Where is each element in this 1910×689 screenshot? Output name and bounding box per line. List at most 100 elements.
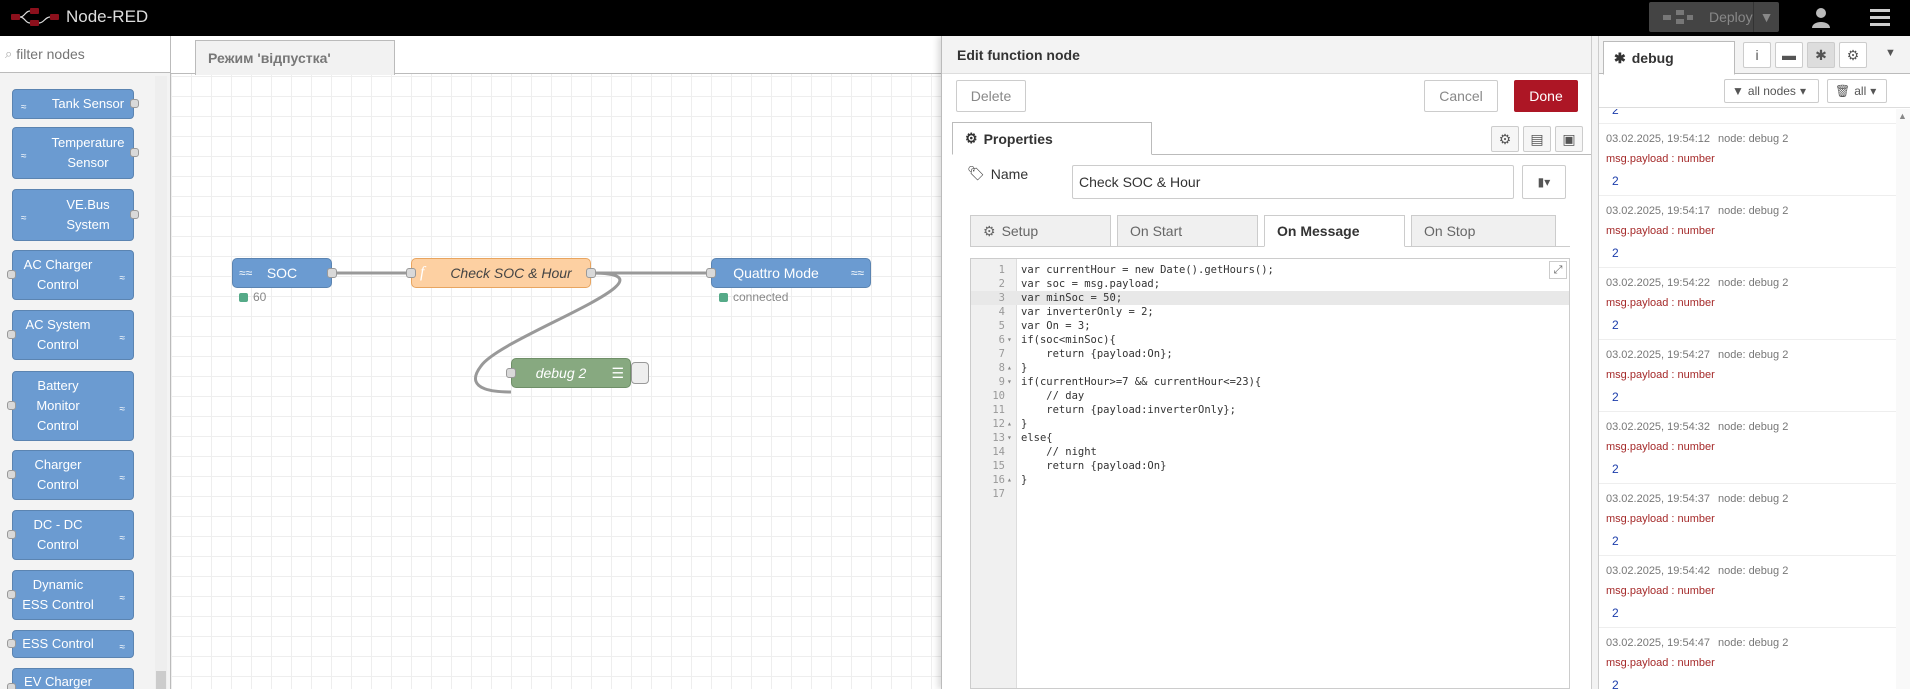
code-line[interactable]: 6 ▾ if(soc<minSoc){ <box>971 333 1569 347</box>
scroll-up-icon[interactable]: ▲ <box>1898 111 1907 121</box>
input-port[interactable] <box>7 590 16 599</box>
tab-on-stop[interactable]: On Stop <box>1411 215 1556 247</box>
input-port[interactable] <box>406 268 416 278</box>
tab-properties[interactable]: ⚙ Properties <box>952 122 1152 155</box>
input-port[interactable] <box>706 268 716 278</box>
help-book-icon[interactable]: ▬ <box>1775 42 1803 68</box>
debug-message[interactable]: 03.02.2025, 19:54:37 node: debug 2 msg.pay… <box>1599 484 1896 556</box>
code-line[interactable]: 8 ▴} <box>971 361 1569 375</box>
appearance-icon[interactable]: ▣ <box>1555 126 1583 152</box>
output-port[interactable] <box>586 268 596 278</box>
fold-toggle-icon[interactable]: ▴ <box>1007 417 1012 431</box>
scrollbar-thumb[interactable] <box>156 671 166 689</box>
config-gear-icon[interactable]: ⚙ <box>1839 42 1867 68</box>
message-node[interactable]: node: debug 2 <box>1718 349 1788 361</box>
output-port[interactable] <box>130 210 139 219</box>
fold-toggle-icon[interactable]: ▾ <box>1007 431 1012 445</box>
code-line[interactable]: 11 return {payload:inverterOnly}; <box>971 403 1569 417</box>
flow-node-debug[interactable]: debug 2 ☰ <box>506 358 631 388</box>
output-port[interactable] <box>130 99 139 108</box>
palette-node-ac-system-control[interactable]: AC System Control ≈ <box>7 310 134 360</box>
debug-toggle-button[interactable] <box>631 362 649 384</box>
palette-node-charger-control[interactable]: Charger Control ≈ <box>7 450 134 500</box>
message-value[interactable]: 2 <box>1612 174 1619 188</box>
input-port[interactable] <box>7 530 16 539</box>
message-node[interactable]: node: debug 2 <box>1718 133 1788 145</box>
debug-bug-icon[interactable]: ✱ <box>1807 42 1835 68</box>
expand-editor-icon[interactable]: ⤢ <box>1549 261 1567 279</box>
flow-node-soc[interactable]: ≈≈ SOC <box>232 258 337 288</box>
filter-nodes-button[interactable]: ▼ all nodes ▾ <box>1724 79 1819 103</box>
name-options-button[interactable]: ▮▾ <box>1522 165 1566 199</box>
code-line[interactable]: 4 var inverterOnly = 2; <box>971 305 1569 319</box>
clear-all-button[interactable]: 🗑 all ▾ <box>1827 79 1887 103</box>
message-node[interactable]: node: debug 2 <box>1718 493 1788 505</box>
flow-node-function[interactable]: f Check SOC & Hour <box>406 258 596 288</box>
palette-node-dynamic-ess-control[interactable]: Dynamic ESS Control ≈ <box>7 570 134 620</box>
palette-node-vebus-system[interactable]: ≈ VE.Bus System <box>12 189 139 241</box>
tab-debug[interactable]: ✱ debug <box>1603 41 1735 75</box>
name-input[interactable] <box>1072 165 1514 199</box>
code-line[interactable]: 15 return {payload:On} <box>971 459 1569 473</box>
palette-node-battery-monitor-control[interactable]: Battery Monitor Control ≈ <box>7 371 134 441</box>
tab-on-start[interactable]: On Start <box>1117 215 1258 247</box>
message-node[interactable]: node: debug 2 <box>1718 637 1788 649</box>
deploy-button[interactable]: Deploy ▼ <box>1649 2 1779 32</box>
code-editor[interactable]: 1 var currentHour = new Date().getHours()… <box>970 258 1570 689</box>
tab-on-message[interactable]: On Message <box>1264 215 1405 247</box>
input-port[interactable] <box>506 368 516 378</box>
palette-node-ev-charger[interactable]: EV Charger <box>7 668 134 689</box>
code-line[interactable]: 10 // day <box>971 389 1569 403</box>
fold-toggle-icon[interactable]: ▾ <box>1007 375 1012 389</box>
code-line[interactable]: 9 ▾ if(currentHour>=7 && currentHour<=23){ <box>971 375 1569 389</box>
cancel-button[interactable]: Cancel <box>1424 80 1498 112</box>
input-port[interactable] <box>7 330 16 339</box>
message-value[interactable]: 2 <box>1612 390 1619 404</box>
input-port[interactable] <box>7 683 16 689</box>
deploy-dropdown-icon[interactable]: ▼ <box>1753 2 1779 32</box>
palette-node-temperature-sensor[interactable]: ≈ Temperature Sensor <box>12 127 139 179</box>
user-icon[interactable] <box>1810 6 1832 31</box>
debug-message[interactable]: 03.02.2025, 19:54:22 node: debug 2 msg.pay… <box>1599 268 1896 340</box>
node-settings-icon[interactable]: ⚙ <box>1491 126 1519 152</box>
palette-filter-input[interactable] <box>16 46 167 62</box>
tab-flow[interactable]: Режим 'відпустка' <box>195 40 395 75</box>
debug-message[interactable]: 03.02.2025, 19:54:17 node: debug 2 msg.pay… <box>1599 196 1896 268</box>
input-port[interactable] <box>7 401 16 410</box>
info-icon[interactable]: i <box>1743 42 1771 68</box>
fold-toggle-icon[interactable]: ▴ <box>1007 361 1012 375</box>
flow-node-quattro-mode[interactable]: Quattro Mode ≈≈ <box>706 258 871 288</box>
palette-node-tank-sensor[interactable]: ≈ Tank Sensor <box>12 89 139 119</box>
message-value[interactable]: 2 <box>1612 606 1619 620</box>
tab-setup[interactable]: ⚙ Setup <box>970 215 1111 247</box>
code-line[interactable]: 7 return {payload:On}; <box>971 347 1569 361</box>
delete-button[interactable]: Delete <box>956 80 1026 112</box>
code-line[interactable]: 17 <box>971 487 1569 501</box>
fold-toggle-icon[interactable]: ▴ <box>1007 473 1012 487</box>
code-line[interactable]: 13 ▾ else{ <box>971 431 1569 445</box>
debug-message[interactable]: 03.02.2025, 19:54:42 node: debug 2 msg.pay… <box>1599 556 1896 628</box>
output-port[interactable] <box>327 268 337 278</box>
input-port[interactable] <box>7 470 16 479</box>
message-value[interactable]: 2 <box>1612 246 1619 260</box>
message-node[interactable]: node: debug 2 <box>1718 205 1788 217</box>
main-menu-icon[interactable] <box>1870 7 1892 30</box>
debug-message[interactable]: 03.02.2025, 19:54:47 node: debug 2 msg.pay… <box>1599 628 1896 689</box>
input-port[interactable] <box>7 639 16 648</box>
sidebar-splitter[interactable] <box>1591 36 1599 689</box>
message-node[interactable]: node: debug 2 <box>1718 565 1788 577</box>
code-line[interactable]: 3 var minSoc = 50; <box>971 291 1569 305</box>
debug-message[interactable]: 03.02.2025, 19:54:12 node: debug 2 msg.pay… <box>1599 124 1896 196</box>
debug-scrollbar[interactable]: ▲ <box>1896 109 1910 689</box>
output-port[interactable] <box>130 148 139 157</box>
palette-node-ac-charger-control[interactable]: AC Charger Control ≈ <box>7 250 134 300</box>
message-node[interactable]: node: debug 2 <box>1718 277 1788 289</box>
code-line[interactable]: 14 // night <box>971 445 1569 459</box>
description-icon[interactable]: ▤ <box>1523 126 1551 152</box>
code-line[interactable]: 16 ▴} <box>971 473 1569 487</box>
message-value[interactable]: 2 <box>1612 318 1619 332</box>
message-value[interactable]: 2 <box>1612 534 1619 548</box>
code-line[interactable]: 2 var soc = msg.payload; <box>971 277 1569 291</box>
message-value[interactable]: 2 <box>1612 678 1619 689</box>
fold-toggle-icon[interactable]: ▾ <box>1007 333 1012 347</box>
